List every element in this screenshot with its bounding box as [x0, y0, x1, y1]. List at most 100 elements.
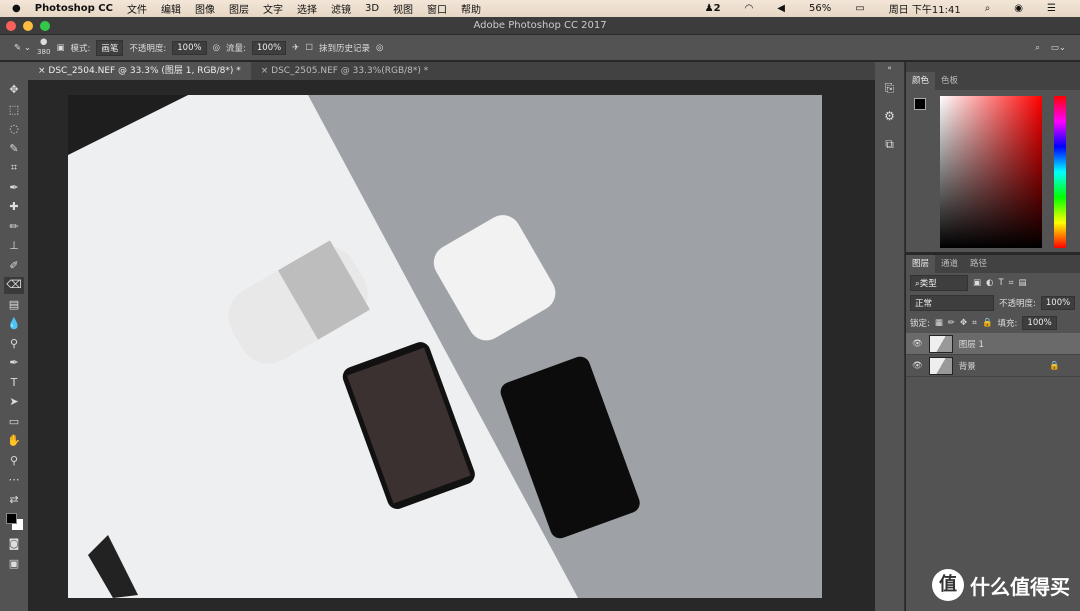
- menu-select[interactable]: 选择: [297, 1, 317, 16]
- opacity-input[interactable]: 100%: [172, 40, 207, 55]
- tab-dsc-2505[interactable]: × DSC_2505.NEF @ 33.3%(RGB/8*) *: [251, 62, 439, 80]
- marquee-tool-icon[interactable]: ⬚: [4, 102, 24, 119]
- brush-panel-icon[interactable]: ▣: [56, 43, 64, 53]
- screen-mode-icon[interactable]: ▣: [4, 556, 24, 573]
- document-image[interactable]: [68, 95, 822, 598]
- color-swatches[interactable]: [4, 511, 24, 533]
- blend-mode-select[interactable]: 正常: [910, 295, 994, 311]
- filter-pixel-icon[interactable]: ▣: [973, 278, 981, 288]
- hue-slider[interactable]: [1054, 96, 1066, 248]
- quick-select-tool-icon[interactable]: ✎: [4, 141, 24, 158]
- hand-tool-icon[interactable]: ✋: [4, 433, 24, 450]
- flow-input[interactable]: 100%: [251, 40, 287, 55]
- canvas-area[interactable]: [28, 80, 875, 611]
- layer-opacity-input[interactable]: 100%: [1040, 296, 1076, 310]
- erase-history-checkbox[interactable]: ☐: [305, 43, 313, 53]
- lasso-tool-icon[interactable]: ◌: [4, 121, 24, 138]
- layer-filter-select[interactable]: ⌕类型: [910, 275, 968, 291]
- lock-all-icon[interactable]: 🔒: [982, 318, 993, 328]
- menu-edit[interactable]: 编辑: [161, 1, 181, 16]
- foreground-color[interactable]: [914, 98, 926, 110]
- collapse-icon[interactable]: «: [875, 62, 904, 74]
- brush-preset-picker[interactable]: ● 380: [37, 38, 51, 57]
- blur-tool-icon[interactable]: 💧: [4, 316, 24, 333]
- healing-tool-icon[interactable]: ✚: [4, 199, 24, 216]
- tab-swatches[interactable]: 色板: [935, 72, 964, 90]
- brush-tool-icon[interactable]: ✏: [4, 219, 24, 236]
- color-field[interactable]: [940, 96, 1042, 248]
- eye-icon[interactable]: 👁: [912, 361, 923, 371]
- eye-icon[interactable]: 👁: [912, 339, 923, 349]
- fill-input[interactable]: 100%: [1022, 316, 1057, 330]
- swap-colors-icon[interactable]: ⇄: [4, 492, 24, 509]
- tab-dsc-2504[interactable]: × DSC_2504.NEF @ 33.3% (图层 1, RGB/8*) *: [28, 62, 251, 80]
- tab-channels[interactable]: 通道: [935, 255, 964, 273]
- eraser-tool-preset-icon[interactable]: ✎ ⌄: [14, 43, 31, 53]
- rectangle-tool-icon[interactable]: ▭: [4, 414, 24, 431]
- apple-icon[interactable]: ●: [12, 3, 21, 14]
- menu-3d[interactable]: 3D: [365, 3, 379, 14]
- siri-icon[interactable]: ◉: [1014, 3, 1023, 14]
- menu-filter[interactable]: 滤镜: [331, 1, 351, 16]
- minimize-button[interactable]: [23, 21, 33, 31]
- filter-shape-icon[interactable]: ⌗: [1009, 278, 1014, 288]
- tab-layers[interactable]: 图层: [906, 255, 936, 273]
- mode-label: 模式:: [70, 43, 91, 54]
- more-tools-icon[interactable]: ⋯: [4, 472, 24, 489]
- notification-icon[interactable]: ☰: [1047, 3, 1056, 14]
- filter-smart-icon[interactable]: ▤: [1018, 278, 1026, 288]
- tab-paths[interactable]: 路径: [964, 255, 993, 273]
- pen-tool-icon[interactable]: ✒: [4, 355, 24, 372]
- lock-position-icon[interactable]: ✥: [960, 318, 967, 328]
- filter-adjustment-icon[interactable]: ◐: [986, 278, 993, 288]
- flow-label: 流量:: [226, 43, 246, 54]
- menu-layer[interactable]: 图层: [229, 1, 249, 16]
- menu-app[interactable]: Photoshop CC: [35, 3, 113, 14]
- path-select-tool-icon[interactable]: ➤: [4, 394, 24, 411]
- layer-row[interactable]: 👁 背景 🔒: [906, 355, 1080, 377]
- properties-panel-icon[interactable]: ⚙: [875, 102, 904, 130]
- battery-percent[interactable]: 56%: [809, 3, 831, 14]
- type-tool-icon[interactable]: T: [4, 375, 24, 392]
- pressure-opacity-icon[interactable]: ◎: [213, 43, 220, 53]
- lock-pixels-icon[interactable]: ✏: [948, 318, 955, 328]
- lock-icon: 🔒: [1049, 360, 1060, 371]
- wifi-icon[interactable]: ◠: [745, 3, 754, 14]
- crop-tool-icon[interactable]: ⌗: [4, 160, 24, 177]
- history-brush-tool-icon[interactable]: ✐: [4, 258, 24, 275]
- layer-thumbnail: [928, 356, 953, 375]
- search-icon[interactable]: ⌕: [1035, 43, 1040, 53]
- menu-help[interactable]: 帮助: [461, 1, 481, 16]
- lock-artboard-icon[interactable]: ⌗: [972, 318, 977, 328]
- menu-window[interactable]: 窗口: [427, 1, 447, 16]
- gradient-tool-icon[interactable]: ▤: [4, 297, 24, 314]
- quick-mask-icon[interactable]: ◙: [4, 536, 24, 553]
- eraser-tool-icon[interactable]: ⌫: [4, 277, 24, 294]
- tab-color[interactable]: 颜色: [906, 72, 936, 90]
- airbrush-icon[interactable]: ✈: [292, 43, 299, 53]
- history-panel-icon[interactable]: ⎘: [875, 74, 904, 102]
- close-button[interactable]: [6, 21, 16, 31]
- stamp-tool-icon[interactable]: ⊥: [4, 238, 24, 255]
- clock[interactable]: 周日 下午11:41: [889, 1, 961, 16]
- workspace-icon[interactable]: ▭⌄: [1051, 43, 1066, 53]
- dodge-tool-icon[interactable]: ⚲: [4, 336, 24, 353]
- eyedropper-tool-icon[interactable]: ✒: [4, 180, 24, 197]
- menu-image[interactable]: 图像: [195, 1, 215, 16]
- menu-view[interactable]: 视图: [393, 1, 413, 16]
- move-tool-icon[interactable]: ✥: [4, 82, 24, 99]
- menu-type[interactable]: 文字: [263, 1, 283, 16]
- filter-type-icon[interactable]: T: [998, 278, 1003, 288]
- pressure-size-icon[interactable]: ◎: [376, 43, 383, 53]
- layer-row[interactable]: 👁 图层 1: [906, 333, 1080, 355]
- menu-file[interactable]: 文件: [127, 1, 147, 16]
- mode-select[interactable]: 画笔: [96, 39, 124, 56]
- zoom-button[interactable]: [40, 21, 50, 31]
- volume-icon[interactable]: ◀: [777, 3, 785, 14]
- qq-icon[interactable]: ♟2: [705, 3, 721, 14]
- color-panel: 颜色 色板: [906, 62, 1080, 252]
- adjustments-panel-icon[interactable]: ⧉: [875, 130, 904, 158]
- spotlight-icon[interactable]: ⌕: [985, 3, 991, 14]
- lock-transparent-icon[interactable]: ▦: [935, 318, 943, 328]
- zoom-tool-icon[interactable]: ⚲: [4, 453, 24, 470]
